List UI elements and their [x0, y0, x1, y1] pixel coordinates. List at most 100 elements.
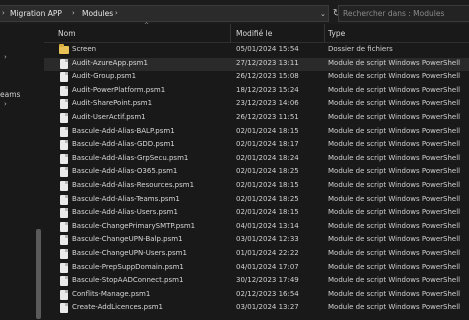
file-row[interactable]: Bascule-PrepSuppDomain.psm1 04/01/2024 17… [44, 262, 469, 275]
script-file-icon [60, 289, 68, 300]
file-type: Module de script Windows PowerShell [328, 58, 461, 67]
sort-chevron-icon: ^ [144, 22, 150, 29]
chevron-right-icon[interactable]: › [4, 100, 7, 108]
file-modified-date: 02/01/2024 18:15 [236, 208, 299, 217]
script-file-icon [60, 249, 68, 259]
file-type: Module de script Windows PowerShell [328, 181, 461, 189]
file-name: Bascule-Add-Alias-Users.psm1 [72, 208, 178, 217]
file-row[interactable]: Audit-Group.psm1 26/12/2023 15:08 Module d… [44, 71, 469, 84]
file-row[interactable]: Bascule-Add-Alias-Resources.psm1 02/01/20… [44, 180, 469, 193]
file-row[interactable]: Bascule-StopAADConnect.psm1 30/12/2023 17… [44, 275, 469, 288]
file-name: Bascule-StopAADConnect.psm1 [72, 276, 184, 285]
file-modified-date: 02/01/2024 18:24 [236, 153, 299, 162]
file-modified-date: 01/01/2024 22:22 [236, 249, 299, 257]
nav-item-partial[interactable]: eams [0, 90, 20, 99]
file-name: Bascule-Add-Alias-GrpSecu.psm1 [72, 153, 189, 162]
script-file-icon [60, 113, 68, 123]
file-name: Bascule-PrepSuppDomain.psm1 [72, 262, 184, 271]
file-name: Bascule-Add-Alias-Teams.psm1 [72, 194, 180, 203]
script-file-icon [60, 235, 68, 246]
breadcrumb-separator-icon[interactable]: › [115, 9, 118, 17]
file-row[interactable]: Conflits-Manage.psm1 02/12/2023 16:54 Modu… [44, 289, 469, 302]
address-toolbar: › Migration APP › Modules › ⌄ ↻ Recherch… [0, 0, 469, 24]
file-modified-date: 02/01/2024 18:17 [236, 140, 299, 149]
column-header-name[interactable]: Nom [58, 29, 76, 38]
address-bar[interactable]: › Migration APP › Modules › ⌄ [0, 5, 329, 22]
file-modified-date: 30/12/2023 17:49 [236, 276, 299, 285]
folder-icon [59, 44, 69, 54]
script-file-icon [60, 221, 68, 232]
file-name: Audit-SharePoint.psm1 [72, 99, 153, 108]
script-file-icon [60, 85, 68, 96]
column-header-modified[interactable]: Modifié le [236, 29, 272, 38]
script-file-icon [60, 276, 68, 287]
breadcrumb-migration-app[interactable]: Migration APP [10, 9, 62, 18]
column-header-type[interactable]: Type [328, 29, 345, 38]
file-name: Audit-UserActif.psm1 [72, 113, 146, 121]
script-file-icon [60, 140, 68, 151]
script-file-icon [60, 194, 68, 205]
file-name: Audit-AzureApp.psm1 [72, 58, 148, 67]
file-modified-date: 04/01/2024 13:14 [236, 221, 299, 230]
chevron-down-icon[interactable]: ⌄ [320, 10, 326, 18]
file-modified-date: 02/01/2024 18:25 [236, 167, 299, 176]
file-type: Module de script Windows PowerShell [328, 140, 461, 149]
file-row[interactable]: Screen 05/01/2024 15:54 Dossier de fichier… [44, 44, 469, 57]
file-type: Module de script Windows PowerShell [328, 153, 461, 162]
script-file-icon [60, 72, 68, 83]
file-name: Create-AddLicences.psm1 [72, 303, 164, 312]
file-modified-date: 02/01/2024 18:15 [236, 126, 299, 135]
column-divider[interactable] [324, 24, 325, 42]
file-row[interactable]: Bascule-Add-Alias-Users.psm1 02/01/2024 1… [44, 207, 469, 220]
file-row[interactable]: Audit-SharePoint.psm1 23/12/2023 14:06 Mod… [44, 98, 469, 111]
file-modified-date: 26/12/2023 15:08 [236, 72, 299, 81]
file-type: Module de script Windows PowerShell [328, 126, 461, 135]
file-modified-date: 23/12/2023 14:06 [236, 99, 299, 108]
column-divider[interactable] [230, 24, 231, 42]
file-list: ^ Nom Modifié le Type Screen 05/01/2024 1… [44, 22, 469, 320]
script-file-icon [60, 167, 68, 178]
file-modified-date: 05/01/2024 15:54 [236, 45, 299, 53]
chevron-right-icon[interactable]: › [4, 53, 7, 61]
script-file-icon [60, 126, 68, 137]
script-file-icon [60, 303, 68, 314]
file-type: Module de script Windows PowerShell [328, 249, 461, 257]
script-file-icon [60, 208, 68, 219]
file-row[interactable]: Bascule-Add-Alias-GrpSecu.psm1 02/01/2024… [44, 153, 469, 166]
file-name: Bascule-ChangeUPN-Users.psm1 [72, 249, 187, 257]
file-type: Module de script Windows PowerShell [328, 221, 461, 230]
file-modified-date: 26/12/2023 11:51 [236, 113, 299, 121]
file-modified-date: 03/01/2024 13:27 [236, 303, 299, 312]
nav-scrollbar-thumb[interactable] [36, 229, 41, 319]
file-row[interactable]: Create-AddLicences.psm1 03/01/2024 13:27 M… [44, 302, 469, 315]
file-row[interactable]: Bascule-Add-Alias-Teams.psm1 02/01/2024 1… [44, 194, 469, 207]
file-name: Conflits-Manage.psm1 [72, 289, 151, 298]
file-modified-date: 04/01/2024 17:07 [236, 262, 299, 271]
search-placeholder: Rechercher dans : Modules [343, 9, 445, 18]
file-modified-date: 02/12/2023 16:54 [236, 289, 299, 298]
breadcrumb-separator-icon[interactable]: › [72, 9, 75, 17]
file-type: Module de script Windows PowerShell [328, 262, 461, 271]
file-row[interactable]: Audit-AzureApp.psm1 27/12/2023 13:11 Modul… [44, 57, 469, 71]
file-name: Bascule-Add-Alias-O365.psm1 [72, 167, 178, 176]
script-file-icon [60, 99, 68, 110]
breadcrumb-separator-icon[interactable]: › [2, 9, 5, 17]
file-type: Module de script Windows PowerShell [328, 99, 461, 108]
search-input[interactable]: Rechercher dans : Modules [338, 5, 469, 22]
file-row[interactable]: Audit-PowerPlatform.psm1 18/12/2023 15:24… [44, 85, 469, 98]
file-type: Module de script Windows PowerShell [328, 235, 461, 244]
file-row[interactable]: Bascule-Add-Alias-BALP.psm1 02/01/2024 18… [44, 126, 469, 139]
file-row[interactable]: Bascule-ChangePrimarySMTP.psm1 04/01/2024… [44, 221, 469, 234]
file-type: Dossier de fichiers [328, 45, 393, 53]
file-modified-date: 18/12/2023 15:24 [236, 85, 299, 94]
file-row[interactable]: Bascule-ChangeUPN-Users.psm1 01/01/2024 2… [44, 248, 469, 261]
file-row[interactable]: Audit-UserActif.psm1 26/12/2023 11:51 Modu… [44, 112, 469, 125]
file-name: Audit-Group.psm1 [72, 72, 137, 81]
file-row[interactable]: Bascule-ChangeUPN-Balp.psm1 03/01/2024 12… [44, 234, 469, 247]
file-name: Audit-PowerPlatform.psm1 [72, 85, 166, 94]
file-row[interactable]: Bascule-Add-Alias-O365.psm1 02/01/2024 18… [44, 166, 469, 179]
file-row[interactable]: Bascule-Add-Alias-GDD.psm1 02/01/2024 18:… [44, 139, 469, 152]
file-name: Screen [72, 45, 97, 53]
file-name: Bascule-Add-Alias-BALP.psm1 [72, 126, 175, 135]
breadcrumb-modules[interactable]: Modules [82, 9, 113, 18]
